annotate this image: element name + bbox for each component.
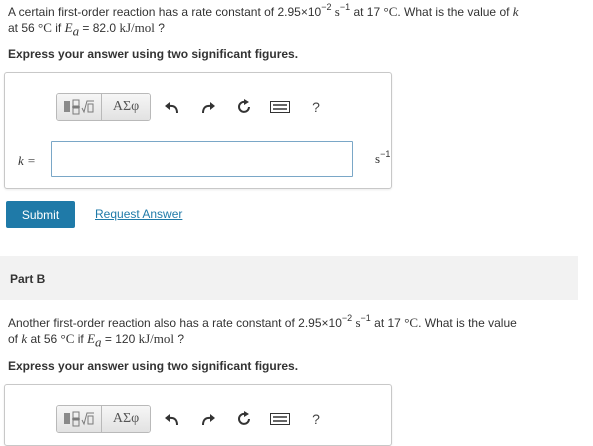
- undo-button[interactable]: [157, 406, 187, 432]
- question-fragment: if: [77, 332, 84, 346]
- question-fragment: Another first-order reaction also has a …: [8, 316, 342, 330]
- question-fragment: at 17: [353, 5, 381, 19]
- part-b-title: Part B: [10, 272, 46, 286]
- unit: °C: [404, 315, 419, 330]
- undo-icon: [165, 102, 178, 114]
- reset-button[interactable]: [229, 406, 259, 432]
- instruction-text: Express your answer using two significan…: [8, 47, 299, 61]
- subscript: a: [95, 334, 102, 350]
- help-icon: ?: [312, 99, 320, 115]
- greek-label: ΑΣφ: [112, 411, 140, 426]
- k-label: k =: [18, 153, 36, 168]
- help-icon: ?: [312, 411, 320, 427]
- unit: s: [355, 315, 361, 330]
- reset-button[interactable]: [229, 94, 259, 120]
- variable: k: [21, 331, 28, 346]
- request-answer-link[interactable]: Request Answer: [95, 207, 182, 221]
- question-fragment: ?: [177, 332, 185, 346]
- exponent: −1: [360, 313, 371, 323]
- keyboard-button[interactable]: [265, 406, 295, 432]
- help-button[interactable]: ?: [301, 94, 331, 120]
- answer-box: ΑΣφ ? k = s−1: [4, 72, 392, 189]
- variable: k: [512, 4, 519, 19]
- greek-button[interactable]: ΑΣφ: [102, 94, 150, 120]
- undo-icon: [165, 414, 178, 426]
- question-fragment: if: [55, 21, 62, 35]
- answer-input[interactable]: [51, 141, 353, 177]
- redo-button[interactable]: [193, 406, 223, 432]
- template-button[interactable]: [57, 406, 102, 432]
- template-icon: [64, 411, 94, 427]
- exponent: −1: [339, 2, 351, 12]
- unit: °C: [383, 4, 398, 19]
- unit: kJ/mol: [119, 20, 155, 35]
- question-fragment: = 82.0: [82, 21, 117, 35]
- reset-icon: [238, 99, 250, 113]
- toolbar-group: ΑΣφ: [56, 93, 151, 121]
- keyboard-icon: [270, 413, 290, 425]
- template-icon: [64, 99, 94, 115]
- template-button[interactable]: [57, 94, 102, 120]
- question-fragment: ?: [158, 21, 165, 35]
- answer-box-part-b: ΑΣφ ?: [4, 384, 392, 446]
- question-fragment: A certain first-order reaction has a rat…: [8, 5, 322, 19]
- redo-icon: [202, 414, 215, 426]
- greek-button[interactable]: ΑΣφ: [102, 406, 150, 432]
- redo-button[interactable]: [193, 94, 223, 120]
- instruction-text: Express your answer using two significan…: [8, 359, 299, 373]
- exponent: −1: [380, 149, 391, 159]
- question-fragment: . What is the value of: [397, 5, 510, 19]
- question-fragment: . What is the value: [418, 316, 517, 330]
- toolbar-group: ΑΣφ: [56, 405, 151, 433]
- exponent: −2: [341, 313, 353, 323]
- help-button[interactable]: ?: [301, 406, 331, 432]
- question-text-part-b: Another first-order reaction also has a …: [8, 313, 586, 350]
- variable: E: [64, 20, 73, 35]
- reset-icon: [238, 411, 250, 425]
- question-fragment: = 120: [104, 332, 136, 346]
- unit: °C: [38, 20, 52, 35]
- keyboard-button[interactable]: [265, 94, 295, 120]
- submit-button[interactable]: Submit: [6, 201, 75, 228]
- greek-label: ΑΣφ: [112, 99, 140, 114]
- part-b-header[interactable]: Part B: [0, 256, 578, 300]
- question-fragment: at 56: [8, 21, 35, 35]
- exponent: −2: [321, 2, 332, 12]
- variable: E: [87, 331, 96, 346]
- redo-icon: [202, 102, 215, 114]
- answer-label: k =: [18, 153, 36, 169]
- keyboard-icon: [270, 101, 290, 113]
- unit: kJ/mol: [138, 331, 175, 346]
- subscript: a: [72, 23, 80, 39]
- question-fragment: of: [8, 332, 19, 346]
- question-fragment: at 56: [30, 332, 58, 346]
- answer-unit: s−1: [375, 149, 391, 167]
- question-text-part-a: A certain first-order reaction has a rat…: [8, 2, 586, 39]
- question-fragment: at 17: [374, 316, 401, 330]
- undo-button[interactable]: [157, 94, 187, 120]
- math-toolbar: ΑΣφ ?: [56, 90, 331, 124]
- unit: °C: [60, 331, 75, 346]
